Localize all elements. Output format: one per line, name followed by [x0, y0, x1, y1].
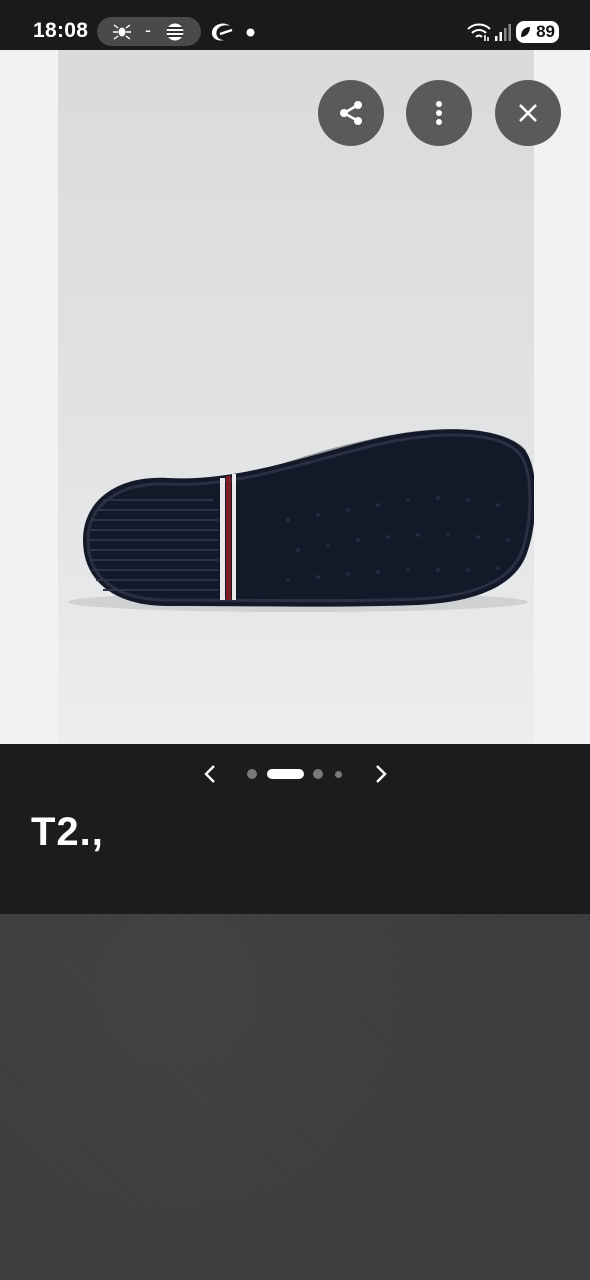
shoe-sole-image	[68, 429, 534, 612]
carousel-navigation	[0, 744, 590, 804]
image-caption: T2.,	[31, 810, 104, 854]
signal-icon	[495, 24, 511, 41]
bottom-panel	[0, 914, 590, 1280]
chevron-right-icon[interactable]	[374, 764, 388, 784]
dot-icon	[246, 28, 255, 37]
close-button[interactable]	[495, 80, 561, 146]
battery-level: 89	[536, 22, 555, 41]
chevron-left-icon[interactable]	[203, 764, 217, 784]
carousel-dot-4[interactable]	[335, 771, 342, 778]
share-button[interactable]	[318, 80, 384, 146]
crescent-icon	[211, 23, 233, 41]
battery-indicator: 89	[516, 21, 559, 43]
carousel-dot-1[interactable]	[247, 769, 257, 779]
status-time: 18:08	[33, 19, 89, 42]
close-icon	[519, 104, 537, 122]
status-bar: 18:08 - 89	[0, 0, 590, 50]
wifi-icon	[467, 23, 491, 41]
share-icon	[340, 101, 362, 125]
dash-separator: -	[145, 20, 151, 40]
more-vertical-icon	[436, 101, 442, 125]
product-photo[interactable]	[58, 50, 534, 744]
carousel-dot-3[interactable]	[313, 769, 323, 779]
spider-icon	[113, 24, 131, 40]
more-options-button[interactable]	[406, 80, 472, 146]
status-notification-pill[interactable]: -	[97, 17, 201, 46]
flag-icon	[166, 23, 184, 41]
carousel-dot-2-active[interactable]	[267, 769, 304, 779]
battery-leaf-icon	[521, 27, 530, 37]
image-viewer[interactable]	[0, 50, 590, 744]
